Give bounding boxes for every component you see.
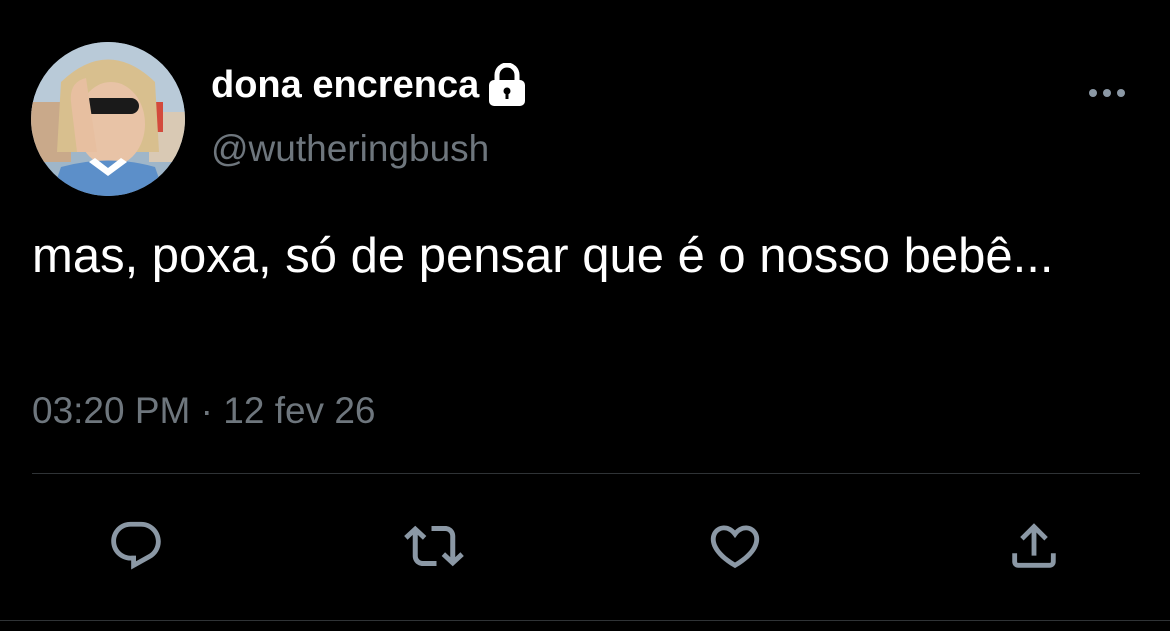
- avatar-image: [31, 42, 185, 196]
- reply-icon: [111, 521, 161, 570]
- author-name-row: dona encrenca: [211, 62, 527, 108]
- retweet-button[interactable]: [404, 516, 464, 576]
- tweet-text: mas, poxa, só de pensar que é o nosso be…: [32, 229, 1054, 283]
- tweet-date: 12 fev 26: [223, 390, 376, 431]
- timestamp-separator: ·: [200, 390, 213, 431]
- bottom-divider: [0, 620, 1170, 621]
- heart-icon: [710, 525, 760, 569]
- reply-button[interactable]: [106, 516, 166, 576]
- share-button[interactable]: [1004, 516, 1064, 576]
- display-name[interactable]: dona encrenca: [211, 64, 479, 107]
- tweet-timestamp[interactable]: 03:20 PM · 12 fev 26: [32, 390, 376, 432]
- share-icon: [1012, 523, 1056, 568]
- tweet-detail: dona encrenca @wutheringbush mas, poxa, …: [0, 0, 1170, 631]
- avatar[interactable]: [31, 42, 185, 196]
- author-handle[interactable]: @wutheringbush: [211, 128, 489, 170]
- divider: [32, 473, 1140, 474]
- lock-icon: [487, 62, 527, 107]
- like-button[interactable]: [705, 516, 765, 576]
- more-options-icon[interactable]: [1086, 82, 1130, 104]
- retweet-icon: [404, 525, 464, 567]
- tweet-time: 03:20 PM: [32, 390, 191, 431]
